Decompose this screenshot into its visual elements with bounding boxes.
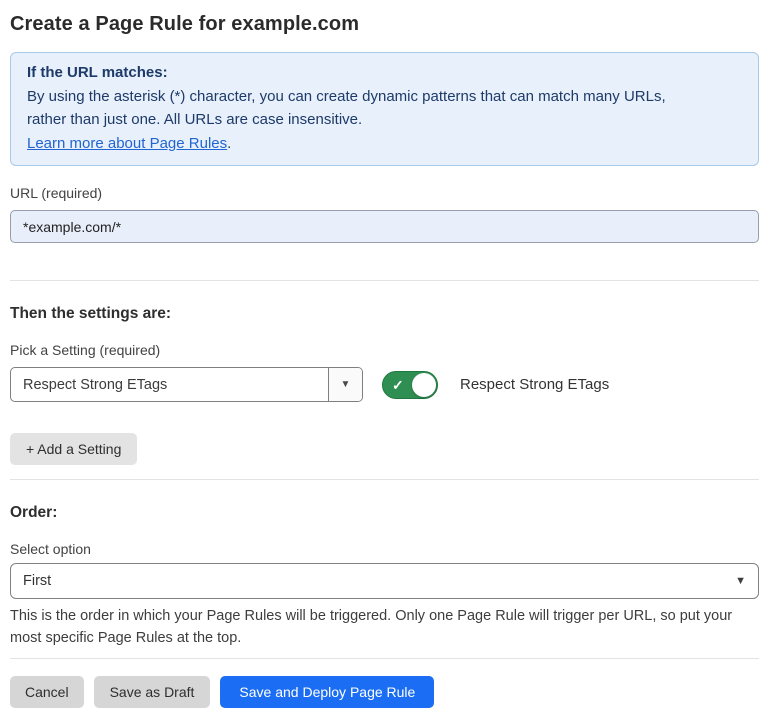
- setting-toggle[interactable]: ✓: [382, 371, 438, 399]
- order-select[interactable]: First ▼: [10, 563, 759, 599]
- order-help-text: This is the order in which your Page Rul…: [10, 605, 759, 649]
- toggle-label: Respect Strong ETags: [460, 376, 609, 393]
- page-title: Create a Page Rule for example.com: [10, 12, 759, 36]
- create-page-rule-form: Create a Page Rule for example.com If th…: [0, 0, 769, 718]
- select-option-label: Select option: [10, 541, 759, 558]
- order-select-value: First: [23, 573, 735, 589]
- pick-setting-label: Pick a Setting (required): [10, 342, 759, 359]
- order-help-line2: most specific Page Rules at the top.: [10, 627, 759, 649]
- save-and-deploy-button[interactable]: Save and Deploy Page Rule: [220, 676, 434, 708]
- setting-dropdown[interactable]: Respect Strong ETags ▼: [10, 367, 363, 402]
- url-input[interactable]: [10, 210, 759, 243]
- learn-more-link[interactable]: Learn more about Page Rules: [27, 135, 227, 152]
- info-box-body-line2: rather than just one. All URLs are case …: [27, 108, 742, 132]
- link-suffix: .: [227, 135, 231, 152]
- info-box-body-line1: By using the asterisk (*) character, you…: [27, 85, 742, 109]
- actions-row: Cancel Save as Draft Save and Deploy Pag…: [10, 676, 759, 708]
- setting-row: Respect Strong ETags ▼ ✓ Respect Strong …: [10, 367, 759, 402]
- cancel-button[interactable]: Cancel: [10, 676, 84, 708]
- divider: [10, 280, 759, 281]
- divider: [10, 479, 759, 480]
- setting-dropdown-value: Respect Strong ETags: [11, 368, 328, 401]
- info-box-heading: If the URL matches:: [27, 61, 742, 85]
- info-box-link-line: Learn more about Page Rules.: [27, 132, 742, 156]
- divider: [10, 658, 759, 659]
- save-as-draft-button[interactable]: Save as Draft: [94, 676, 211, 708]
- check-icon: ✓: [392, 378, 404, 392]
- settings-section-heading: Then the settings are:: [10, 304, 759, 323]
- order-help-line1: This is the order in which your Page Rul…: [10, 605, 759, 627]
- chevron-down-icon: ▼: [735, 575, 746, 587]
- order-section-heading: Order:: [10, 503, 759, 522]
- chevron-down-icon[interactable]: ▼: [328, 368, 362, 401]
- url-match-info-box: If the URL matches: By using the asteris…: [10, 52, 759, 166]
- add-setting-button[interactable]: + Add a Setting: [10, 433, 137, 465]
- url-field-label: URL (required): [10, 185, 759, 202]
- toggle-knob: [412, 373, 436, 397]
